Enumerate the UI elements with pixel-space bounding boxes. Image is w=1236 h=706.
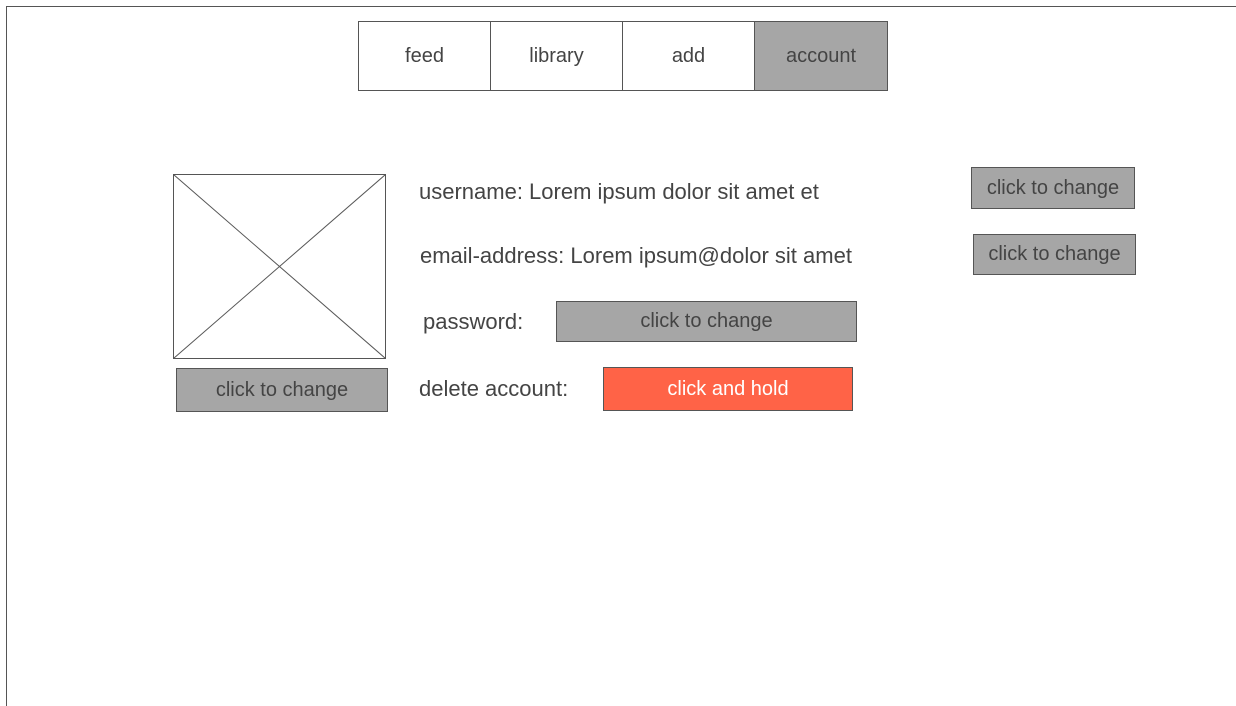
username-change-button[interactable]: click to change xyxy=(971,167,1135,209)
image-placeholder-icon xyxy=(173,174,386,359)
tab-account[interactable]: account xyxy=(755,22,887,90)
email-change-button[interactable]: click to change xyxy=(973,234,1136,275)
email-text: email-address: Lorem ipsum@dolor sit ame… xyxy=(420,243,852,268)
top-nav: feed library add account xyxy=(358,21,888,91)
avatar-change-button[interactable]: click to change xyxy=(176,368,388,412)
password-label: password: xyxy=(423,309,524,334)
username-text: username: Lorem ipsum dolor sit amet et xyxy=(419,179,819,204)
tab-feed[interactable]: feed xyxy=(359,22,491,90)
password-change-button[interactable]: click to change xyxy=(556,301,857,342)
tab-library[interactable]: library xyxy=(491,22,623,90)
delete-account-label: delete account: xyxy=(419,376,569,401)
delete-account-button[interactable]: click and hold xyxy=(603,367,853,411)
tab-add[interactable]: add xyxy=(623,22,755,90)
